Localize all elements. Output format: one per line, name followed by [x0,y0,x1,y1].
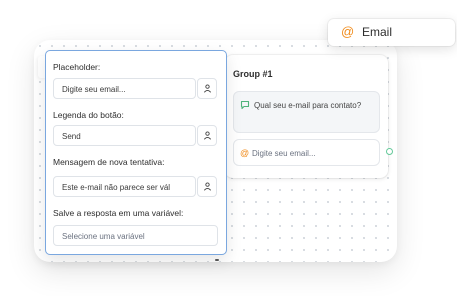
user-variable-icon [203,131,212,140]
button-label-input[interactable]: Send [53,125,196,146]
user-variable-icon [203,182,212,191]
variable-select[interactable]: Selecione uma variável [53,225,218,246]
retry-message-label: Mensagem de nova tentativa: [53,157,165,167]
button-label-variable-button[interactable] [197,125,217,146]
connector-handle[interactable] [386,148,393,155]
panel-notch [215,259,219,261]
bubble-text: Qual seu e-mail para contato? [254,101,362,110]
at-icon: @ [240,148,250,158]
email-chip-label: Email [362,25,393,39]
email-input-block[interactable]: @ Digite seu email... [233,139,380,166]
placeholder-label: Placeholder: [53,62,101,72]
retry-message-input[interactable]: Este e-mail não parece ser vál [53,176,196,197]
placeholder-input[interactable]: Digite seu email... [53,78,196,99]
group-title: Group #1 [233,69,273,79]
input-block-placeholder: Digite seu email... [252,149,316,158]
user-variable-icon [203,84,212,93]
at-icon: @ [341,24,355,39]
email-input-settings-panel: Placeholder: Digite seu email... Legenda… [45,50,227,255]
retry-message-variable-button[interactable] [197,176,217,197]
save-variable-label: Salve a resposta em uma variável: [53,208,184,218]
group-card[interactable]: Group #1 Qual seu e-mail para contato? @… [225,55,388,178]
email-block-chip[interactable]: @ Email [328,19,455,46]
text-bubble-block[interactable]: Qual seu e-mail para contato? [233,91,380,133]
chat-bubble-icon [240,100,250,110]
placeholder-variable-button[interactable] [197,78,217,99]
button-label-label: Legenda do botão: [53,110,124,120]
